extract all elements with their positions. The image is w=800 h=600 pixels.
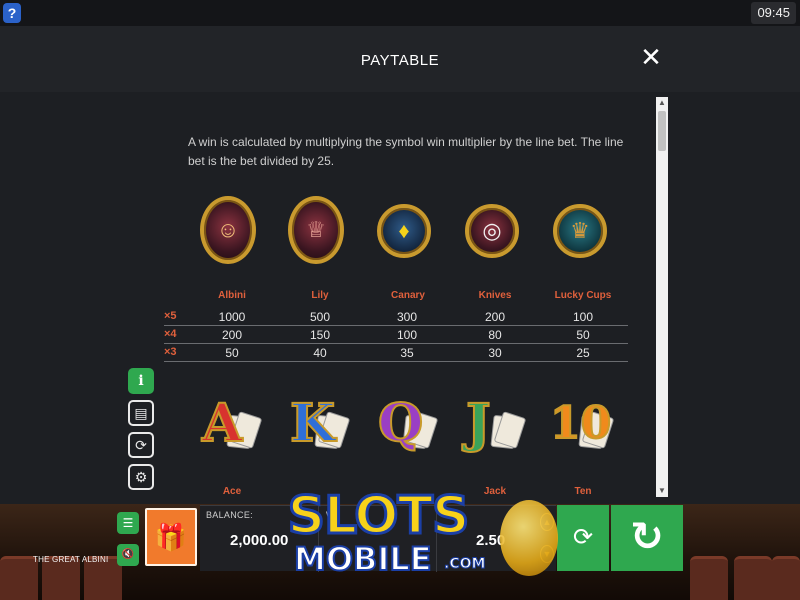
balance-value: 2,000.00 — [230, 532, 289, 549]
pay-value: 40 — [313, 346, 327, 360]
menu-button[interactable]: ☰ — [117, 512, 139, 534]
symbol-canary: ♦ — [360, 196, 448, 258]
pay-value: 25 — [576, 346, 590, 360]
info-button[interactable]: i — [128, 368, 154, 394]
symbol-lucky-cups: ♛ — [536, 196, 624, 258]
symbol-name-canary: Canary — [391, 290, 425, 301]
spin-button[interactable]: ↻ — [611, 505, 683, 571]
multiplier-label: ×3 — [164, 346, 177, 358]
autoplay-settings-button[interactable]: ⟳ — [128, 432, 154, 458]
symbol-name-knives: Knives — [478, 290, 512, 301]
pay-value: 500 — [309, 310, 331, 324]
symbol-queen: Q — [360, 388, 448, 460]
symbol-name-jack: Jack — [483, 486, 507, 497]
pay-value: 300 — [396, 310, 418, 324]
side-menu: i ▤ ⟳ ⚙ — [128, 368, 156, 496]
paytable-scrollbar[interactable]: ▲ ▼ — [656, 97, 668, 497]
symbol-name-ten: Ten — [574, 486, 592, 497]
symbol-name-lily: Lily — [311, 290, 329, 301]
ten-card-icon: 10 — [549, 388, 615, 460]
symbol-name-albini: Albini — [218, 290, 246, 301]
top-bar: ? 09:45 — [0, 0, 800, 26]
pay-value: 35 — [400, 346, 414, 360]
autoplay-button[interactable]: ⟳ — [557, 505, 609, 571]
low-symbol-row: A K Q J 10 — [184, 388, 624, 468]
gift-button[interactable]: 🎁 — [145, 508, 197, 566]
jack-card-icon: J — [462, 388, 527, 460]
paytable-intro: A win is calculated by multiplying the s… — [188, 135, 624, 168]
multiplier-label: ×5 — [164, 310, 177, 322]
pay-value: 50 — [576, 328, 590, 342]
symbol-jack: J — [448, 388, 536, 460]
pays-row-x5: ×5 1000 500 300 200 100 — [164, 308, 628, 326]
balance-label: BALANCE: — [206, 510, 253, 520]
symbol-knives: ◎ — [448, 196, 536, 258]
canary-bird-icon: ♦ — [377, 204, 431, 258]
symbol-name-lucky-cups: Lucky Cups — [554, 290, 612, 301]
symbol-king: K — [272, 388, 360, 460]
coins-button[interactable]: ▤ — [128, 400, 154, 426]
pays-row-x4: ×4 200 150 100 80 50 — [164, 326, 628, 344]
knife-target-icon: ◎ — [465, 204, 519, 258]
pays-row-x3: ×3 50 40 35 30 25 — [164, 344, 628, 362]
pay-value: 1000 — [218, 310, 246, 324]
paytable-body: A win is calculated by multiplying the s… — [0, 92, 800, 504]
paytable-header: PAYTABLE ✕ — [0, 26, 800, 92]
close-button[interactable]: ✕ — [640, 44, 662, 70]
win-label: WI — [326, 510, 338, 520]
pay-value: 100 — [572, 310, 594, 324]
pay-value: 200 — [484, 310, 506, 324]
settings-button[interactable]: ⚙ — [128, 464, 154, 490]
scroll-thumb[interactable] — [658, 111, 666, 151]
ace-card-icon: A — [198, 388, 263, 460]
symbol-name-ace: Ace — [222, 486, 242, 497]
multiplier-label: ×4 — [164, 328, 177, 340]
king-card-icon: K — [286, 388, 351, 460]
scroll-down-arrow-icon[interactable]: ▼ — [656, 485, 668, 497]
queen-card-icon: Q — [374, 388, 439, 460]
game-title: THE GREAT ALBINI — [33, 555, 109, 564]
paytable-title: PAYTABLE — [360, 52, 440, 69]
sound-toggle-button[interactable]: 🔇 — [117, 544, 139, 566]
pay-value: 50 — [225, 346, 239, 360]
pay-value: 200 — [221, 328, 243, 342]
help-button[interactable]: ? — [3, 3, 21, 23]
symbol-ten: 10 — [536, 388, 624, 460]
pay-value: 100 — [396, 328, 418, 342]
scroll-up-arrow-icon[interactable]: ▲ — [656, 97, 668, 109]
pay-value: 30 — [488, 346, 502, 360]
clock: 09:45 — [751, 2, 796, 24]
symbol-albini: ☺ — [184, 196, 272, 264]
lucky-cups-icon: ♛ — [553, 204, 607, 258]
high-symbol-row: ☺ ♕ ♦ ◎ ♛ — [184, 196, 624, 276]
pays-table: ×5 1000 500 300 200 100 ×4 200 150 100 8… — [164, 308, 628, 362]
pay-value: 80 — [488, 328, 502, 342]
pay-value: 150 — [309, 328, 331, 342]
coin-icon — [500, 500, 558, 576]
magician-portrait-icon: ☺ — [200, 196, 256, 264]
bet-label: BE — [446, 510, 459, 520]
symbol-ace: A — [184, 388, 272, 460]
symbol-lily: ♕ — [272, 196, 360, 264]
lily-portrait-icon: ♕ — [288, 196, 344, 264]
